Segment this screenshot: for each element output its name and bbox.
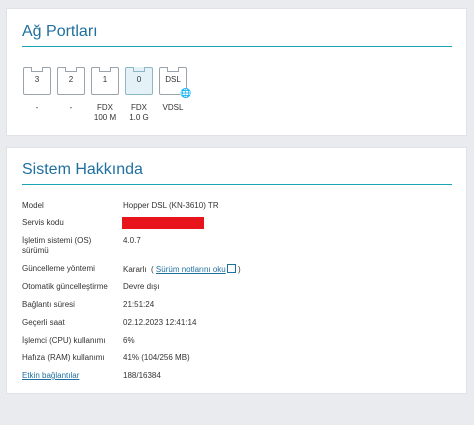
row-value: Kararlı bbox=[123, 265, 147, 274]
paren-close: ) bbox=[237, 265, 241, 274]
row-value: 21:51:24 bbox=[123, 300, 155, 309]
redaction-bar bbox=[122, 217, 204, 229]
port-status: VDSL bbox=[162, 103, 184, 112]
network-ports-title: Ağ Portları bbox=[22, 23, 98, 40]
row-label: Güncelleme yöntemi bbox=[22, 264, 95, 273]
release-notes-link[interactable]: Sürüm notlarını oku bbox=[156, 265, 226, 274]
row-value: 6% bbox=[123, 336, 135, 345]
dsl-port-icon: DSL 🌐 bbox=[159, 67, 192, 98]
row-value: 188/16384 bbox=[123, 371, 161, 380]
row-label: Bağlantı süresi bbox=[22, 300, 75, 309]
ethernet-port-icon: 1 bbox=[91, 67, 119, 95]
globe-icon: 🌐 bbox=[180, 88, 192, 98]
system-info-card: Sistem Hakkında Model Hopper DSL (KN-361… bbox=[6, 147, 467, 394]
port-status: FDX bbox=[97, 103, 113, 112]
port-status: FDX bbox=[131, 103, 147, 112]
port-number: DSL bbox=[165, 75, 181, 84]
row-value: Hopper DSL (KN-3610) TR bbox=[123, 201, 219, 210]
title-underline bbox=[22, 184, 452, 185]
ethernet-port-icon: 3 bbox=[23, 67, 51, 95]
row-label: Geçerli saat bbox=[22, 318, 65, 327]
port-1[interactable]: 1 FDX 100 M bbox=[90, 67, 120, 123]
row-label: İşletim sistemi (OS) sürümü bbox=[22, 236, 92, 255]
port-number: 3 bbox=[34, 75, 40, 84]
external-link-icon bbox=[226, 264, 236, 273]
port-2[interactable]: 2 - bbox=[56, 67, 86, 113]
row-value: Devre dışı bbox=[123, 282, 160, 291]
port-dsl[interactable]: DSL 🌐 VDSL bbox=[158, 67, 192, 113]
row-label: İşlemci (CPU) kullanımı bbox=[22, 336, 106, 345]
port-speed: 100 M bbox=[93, 113, 117, 122]
port-number: 1 bbox=[102, 75, 108, 84]
port-3[interactable]: 3 - bbox=[22, 67, 52, 113]
row-label: Otomatik güncelleştirme bbox=[22, 282, 108, 291]
title-underline bbox=[22, 46, 452, 47]
ethernet-port-icon: 2 bbox=[57, 67, 85, 95]
network-ports-card: Ağ Portları 3 - 2 - 1 FDX 100 M 0 FDX 1.… bbox=[6, 8, 467, 136]
port-0[interactable]: 0 FDX 1.0 G bbox=[124, 67, 154, 123]
system-info-title: Sistem Hakkında bbox=[22, 161, 143, 178]
port-number: 0 bbox=[136, 75, 142, 84]
port-status: - bbox=[35, 103, 39, 112]
row-label: Model bbox=[22, 201, 44, 210]
port-status: - bbox=[69, 103, 73, 112]
row-value: 4.0.7 bbox=[123, 236, 141, 245]
paren-open: ( bbox=[151, 265, 154, 274]
row-label: Servis kodu bbox=[22, 218, 64, 227]
port-speed: 1.0 G bbox=[129, 113, 149, 122]
row-value: 02.12.2023 12:41:14 bbox=[123, 318, 197, 327]
row-label: Hafıza (RAM) kullanımı bbox=[22, 353, 105, 362]
row-value: 41% (104/256 MB) bbox=[123, 353, 190, 362]
ethernet-port-icon: 0 bbox=[125, 67, 153, 95]
port-number: 2 bbox=[68, 75, 74, 84]
active-connections-link[interactable]: Etkin bağlantılar bbox=[22, 371, 122, 381]
